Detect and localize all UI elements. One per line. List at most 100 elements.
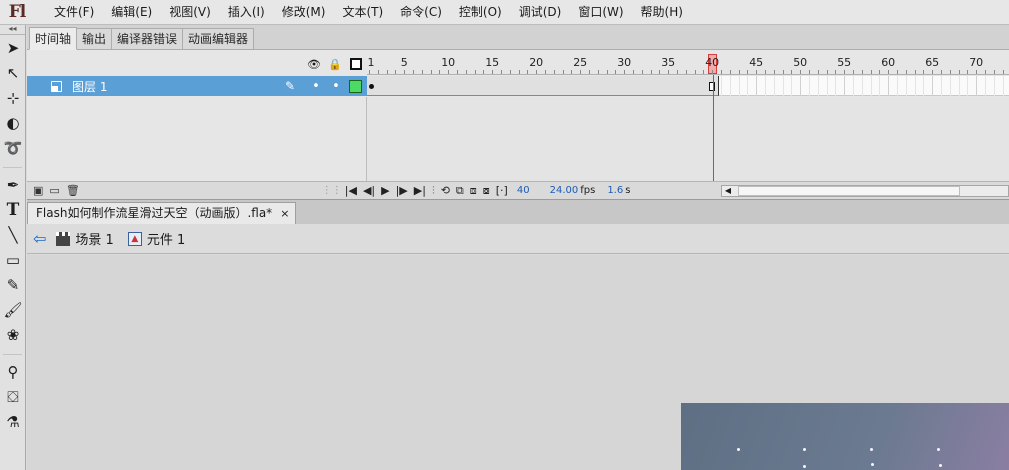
panel-divider-grip[interactable]: ⋮⋮ [80,185,342,196]
menu-item[interactable]: 文件(F) [46,0,103,25]
show-hide-all-eye-icon[interactable]: 👁 [307,57,321,71]
eyedropper-tool-icon[interactable]: ⚗ [0,409,26,434]
brush-tool-icon[interactable]: 🖌 [0,297,26,322]
symbol-icon: ▲ [127,231,142,246]
scroll-thumb[interactable] [738,185,960,196]
ruler-tick [492,70,494,74]
frame-cell-divider [765,76,766,96]
onion-skin-icon[interactable]: ⧉ [456,184,464,198]
ruler-tick [835,70,837,74]
menu-item[interactable]: 视图(V) [161,0,220,25]
ruler-tick [853,70,854,74]
current-frame-readout[interactable]: 40 [517,185,530,196]
pencil-tool-icon[interactable]: ✎ [0,272,26,297]
frame-ruler[interactable]: 40 1 5 10 15 20 25 30 35 45 50 55 60 65 70 [367,53,1009,75]
star [803,448,806,451]
tab-output[interactable]: 输出 [76,28,113,49]
rectangle-tool-icon[interactable]: ▭ [0,247,26,272]
menu-item[interactable]: 控制(O) [451,0,511,25]
layer-visibility-dot[interactable]: • [309,79,323,94]
tab-motion-editor[interactable]: 动画编辑器 [182,28,255,49]
menu-item[interactable]: 调试(D) [511,0,571,25]
edit-multiple-frames-icon[interactable]: ⧇ [483,184,490,198]
end-frame[interactable] [709,82,715,91]
new-folder-icon[interactable]: ▭ [49,184,59,197]
layer-row[interactable]: 图层 1 ✎ • • [27,76,367,96]
layer-outline-color[interactable] [349,79,362,93]
timeline-horizontal-scrollbar[interactable]: ◀ [721,184,1009,197]
tab-timeline[interactable]: 时间轴 [29,27,78,50]
flash-window: Fl 文件(F) 编辑(E) 视图(V) 插入(I) 修改(M) 文本(T) 命令(C) 控制… [0,0,1009,470]
ruler-tick [536,70,538,74]
start-keyframe[interactable] [369,84,374,89]
go-to-last-frame-icon[interactable]: ▶| [414,184,426,197]
frame-cell-divider [985,76,986,96]
3d-rotation-tool-icon[interactable]: ◐ [0,110,26,135]
ruler-tick [465,70,467,74]
menu-item[interactable]: 命令(C) [392,0,451,25]
stage-area[interactable] [27,255,1009,470]
breadcrumb-scene[interactable]: 场景 1 [75,229,113,248]
free-transform-tool-icon[interactable]: ⊹ [0,85,26,110]
bone-tool-icon[interactable]: ⚲ [0,359,26,384]
night-sky-canvas[interactable] [681,403,1009,470]
tween-span[interactable] [367,76,719,96]
ruler-tick [985,70,986,74]
loop-icon[interactable]: ⟲ [441,184,450,197]
document-tab[interactable]: Flash如何制作流星滑过天空（动画版）.fla* × [27,202,297,224]
subselection-tool-icon[interactable]: ↖ [0,60,26,85]
ruler-tick [483,70,485,74]
ruler-tick [580,70,582,74]
pen-tool-icon[interactable]: ✒ [0,172,26,197]
edit-bar: ⇦ 场景 1 ▲ 元件 1 [27,224,1009,254]
ruler-frame-number: 60 [881,56,896,69]
layer-lock-dot[interactable]: • [329,79,343,94]
menu-item[interactable]: 插入(I) [220,0,274,25]
line-tool-icon[interactable]: ╲ [0,222,26,247]
modify-onion-markers-icon[interactable]: [·] [496,184,508,197]
menu-item[interactable]: 文本(T) [334,0,392,25]
elapsed-time-readout[interactable]: 1.6 [607,185,623,196]
timeline-controls: ▣ ▭ 🗑 ⋮⋮ |◀ ◀| ▶ |▶ ▶| ⫶ ⟲ ⧉ ⧈ ⧇ [·] 40 … [27,181,1009,199]
selection-tool-icon[interactable]: ➤ [0,35,26,60]
go-to-first-frame-icon[interactable]: |◀ [345,184,357,197]
close-document-icon[interactable]: × [280,203,289,224]
paint-bucket-tool-icon[interactable]: ⛋ [0,384,26,409]
breadcrumb-symbol[interactable]: 元件 1 [147,229,185,248]
lock-all-icon[interactable]: 🔒 [328,57,342,71]
scroll-left-arrow-icon[interactable]: ◀ [722,186,734,195]
menu-item[interactable]: 窗口(W) [570,0,632,25]
new-layer-icon[interactable]: ▣ [33,184,43,197]
timeline-panel: 时间轴 输出 编译器错误 动画编辑器 👁 🔒 40 1 5 10 15 20 25 30 35… [27,25,1009,199]
ruler-tick [826,70,828,74]
step-back-icon[interactable]: ◀| [363,184,375,197]
onion-skin-outlines-icon[interactable]: ⧈ [470,184,477,198]
ruler-tick [641,70,643,74]
menu-item[interactable]: 修改(M) [274,0,335,25]
scene-clapper-icon [56,231,71,246]
text-tool-icon[interactable]: T [0,197,26,222]
frame-rate-readout[interactable]: 24.00 [550,185,579,196]
tools-panel-collapse-grip[interactable]: ◂◂ [0,25,25,35]
step-forward-icon[interactable]: |▶ [396,184,408,197]
document-tab-title[interactable]: Flash如何制作流星滑过天空（动画版）.fla* [36,203,272,224]
ruler-tick [932,70,934,74]
menu-item[interactable]: 编辑(E) [103,0,161,25]
layer-name[interactable]: 图层 1 [72,78,107,95]
lasso-tool-icon[interactable]: ➰ [0,135,26,160]
tool-divider [3,160,22,168]
layer-frames[interactable] [367,76,1009,96]
back-arrow-icon[interactable]: ⇦ [33,229,46,248]
menu-item[interactable]: 帮助(H) [633,0,692,25]
frame-cell-divider [932,76,934,96]
center-frame-icon[interactable]: ⫶ [432,184,435,198]
tab-compiler-errors[interactable]: 编译器错误 [111,28,184,49]
delete-layer-icon[interactable]: 🗑 [66,184,80,197]
outline-all-icon[interactable] [349,57,363,71]
ruler-tick [509,70,511,74]
frame-cell-divider [949,76,951,96]
star [937,448,940,451]
play-icon[interactable]: ▶ [381,184,389,197]
deco-tool-icon[interactable]: ❀ [0,322,26,347]
frame-cell-divider [879,76,881,96]
